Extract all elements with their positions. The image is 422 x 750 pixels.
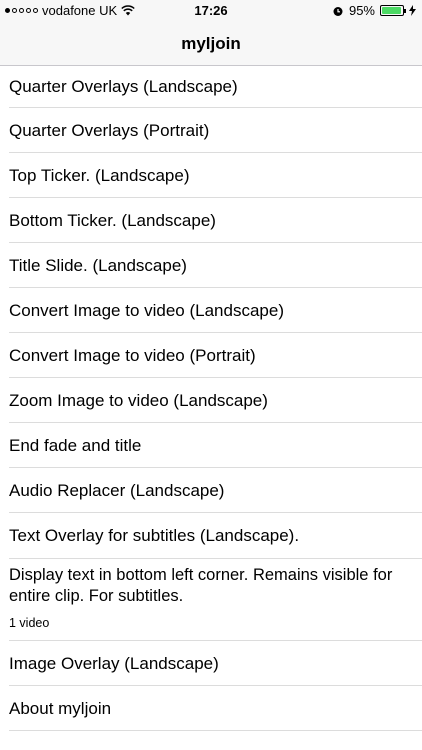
list-item[interactable]: Convert Image to video (Portrait) [0, 333, 422, 378]
list-item-expanded[interactable]: Text Overlay for subtitles (Landscape). [0, 513, 422, 559]
list-item[interactable]: Title Slide. (Landscape) [0, 243, 422, 288]
list-item[interactable]: Quarter Overlays (Landscape) [0, 66, 422, 108]
list-item-label: Zoom Image to video (Landscape) [9, 390, 268, 410]
list-item[interactable]: End fade and title [0, 423, 422, 468]
list-item[interactable]: Top Ticker. (Landscape) [0, 153, 422, 198]
list-item-label: Text Overlay for subtitles (Landscape). [9, 526, 300, 545]
list-item-label: Bottom Ticker. (Landscape) [9, 210, 216, 230]
list-item-label: Audio Replacer (Landscape) [9, 480, 225, 500]
list-item-label: Convert Image to video (Landscape) [9, 300, 284, 320]
nav-bar: myljoin [0, 22, 422, 66]
list-item-label: Image Overlay (Landscape) [9, 653, 219, 673]
status-bar: vodafone UK 17:26 95% [0, 0, 422, 22]
list-item[interactable]: Bottom Ticker. (Landscape) [0, 198, 422, 243]
battery-percent: 95% [348, 3, 375, 18]
list-item-label: End fade and title [9, 435, 142, 455]
list-item-label: Quarter Overlays (Portrait) [9, 120, 210, 140]
list-item-label: Top Ticker. (Landscape) [9, 165, 190, 185]
list-item-label: Title Slide. (Landscape) [9, 255, 187, 275]
battery-icon [380, 5, 406, 16]
page-title: myljoin [181, 33, 241, 53]
list-item[interactable]: About myljoin [0, 686, 422, 731]
list-item-label: Convert Image to video (Portrait) [9, 345, 256, 365]
list-item[interactable]: Convert Image to video (Landscape) [0, 288, 422, 333]
item-count: 1 video [0, 605, 422, 641]
status-right: 95% [332, 3, 416, 18]
list-item[interactable]: Quarter Overlays (Portrait) [0, 108, 422, 153]
list-item[interactable]: Audio Replacer (Landscape) [0, 468, 422, 513]
effects-list: Quarter Overlays (Landscape) Quarter Ove… [0, 66, 422, 731]
list-item-label: Quarter Overlays (Landscape) [9, 77, 238, 96]
charging-bolt-icon [409, 5, 416, 16]
list-item-label: About myljoin [9, 698, 112, 718]
alarm-clock-icon [333, 6, 343, 16]
list-item[interactable]: Zoom Image to video (Landscape) [0, 378, 422, 423]
list-item[interactable]: Image Overlay (Landscape) [0, 641, 422, 686]
item-description: Display text in bottom left corner. Rema… [9, 566, 393, 605]
